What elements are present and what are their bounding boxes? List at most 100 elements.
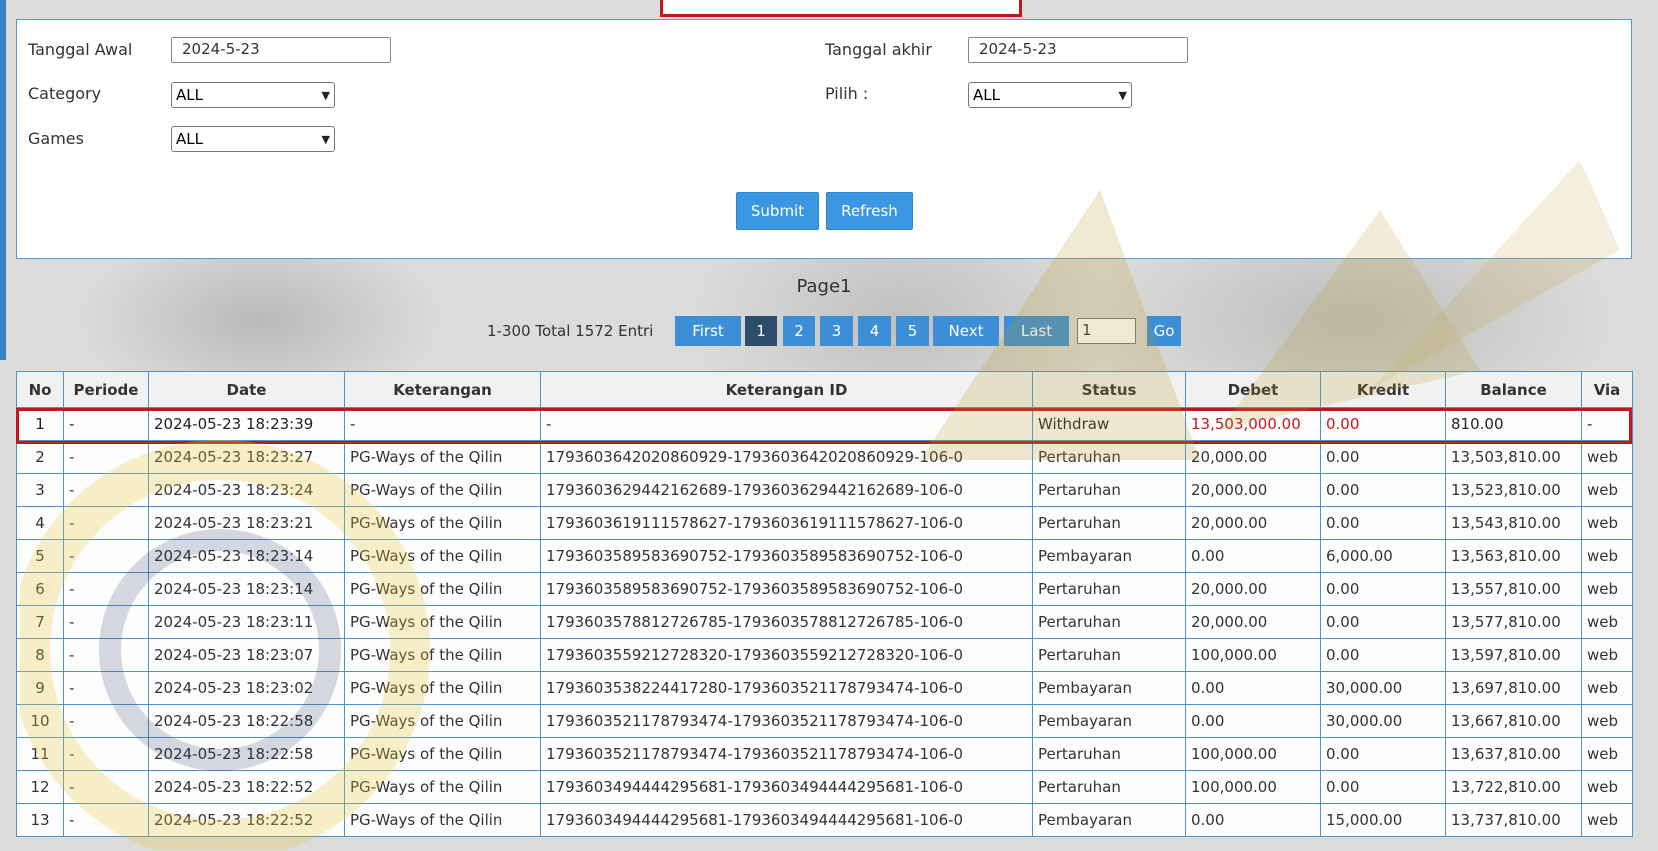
- cell-no: 6: [16, 572, 64, 606]
- cell-periode: -: [63, 407, 149, 441]
- table-row[interactable]: 4-2024-05-23 18:23:21 PG-Ways of the Qili…: [16, 506, 1633, 540]
- cell-date: 2024-05-23 18:23:21: [148, 506, 345, 540]
- pager-page-1[interactable]: 1: [745, 316, 777, 346]
- transaction-table: No Periode Date Keterangan Keterangan ID…: [16, 371, 1633, 837]
- table-row[interactable]: 12-2024-05-23 18:22:52 PG-Ways of the Qil…: [16, 770, 1633, 804]
- table-row[interactable]: 3-2024-05-23 18:23:24 PG-Ways of the Qili…: [16, 473, 1633, 507]
- table-row[interactable]: 2-2024-05-23 18:23:27 PG-Ways of the Qili…: [16, 440, 1633, 474]
- cell-keterangan-id: 1793603538224417280-1793603521178793474-…: [540, 671, 1033, 705]
- cell-date: 2024-05-23 18:23:27: [148, 440, 345, 474]
- cell-status: Pembayaran: [1032, 704, 1186, 738]
- cell-keterangan-id: 1793603619111578627-1793603619111578627-…: [540, 506, 1033, 540]
- cell-debet: 20,000.00: [1185, 605, 1321, 639]
- cell-balance: 13,557,810.00: [1445, 572, 1582, 606]
- cell-via: web: [1581, 737, 1633, 771]
- pager-page-2[interactable]: 2: [783, 316, 815, 346]
- cell-keterangan: PG-Ways of the Qilin: [344, 671, 541, 705]
- cell-no: 8: [16, 638, 64, 672]
- pager-last-button[interactable]: Last: [1004, 316, 1069, 346]
- cell-via: web: [1581, 473, 1633, 507]
- cell-status: Pertaruhan: [1032, 440, 1186, 474]
- cell-status: Pertaruhan: [1032, 572, 1186, 606]
- table-header-row: No Periode Date Keterangan Keterangan ID…: [16, 371, 1633, 408]
- cell-keterangan-id: 1793603494444295681-1793603494444295681-…: [540, 770, 1033, 804]
- col-header-kredit[interactable]: Kredit: [1320, 371, 1446, 408]
- col-header-periode[interactable]: Periode: [63, 371, 149, 408]
- col-header-keterangan[interactable]: Keterangan: [344, 371, 541, 408]
- cell-balance: 13,637,810.00: [1445, 737, 1582, 771]
- pager-next-button[interactable]: Next: [933, 316, 999, 346]
- category-label: Category: [28, 84, 102, 103]
- col-header-balance[interactable]: Balance: [1445, 371, 1582, 408]
- cell-status: Pembayaran: [1032, 803, 1186, 837]
- col-header-status[interactable]: Status: [1032, 371, 1186, 408]
- cell-balance: 810.00: [1445, 407, 1582, 441]
- cell-keterangan: PG-Ways of the Qilin: [344, 704, 541, 738]
- col-header-no[interactable]: No: [16, 371, 64, 408]
- table-row[interactable]: 10-2024-05-23 18:22:58 PG-Ways of the Qil…: [16, 704, 1633, 738]
- category-select-value: ALL: [176, 86, 203, 104]
- pager-first-button[interactable]: First: [675, 316, 741, 346]
- cell-balance: 13,563,810.00: [1445, 539, 1582, 573]
- submit-button[interactable]: Submit: [736, 192, 819, 230]
- cell-kredit: 0.00: [1320, 407, 1446, 441]
- cell-no: 9: [16, 671, 64, 705]
- cell-status: Pertaruhan: [1032, 506, 1186, 540]
- cell-keterangan: PG-Ways of the Qilin: [344, 539, 541, 573]
- col-header-keterangan-id[interactable]: Keterangan ID: [540, 371, 1033, 408]
- tanggal-awal-input[interactable]: 2024-5-23: [171, 37, 391, 63]
- cell-no: 12: [16, 770, 64, 804]
- cell-via: web: [1581, 440, 1633, 474]
- pager-page-5[interactable]: 5: [896, 316, 929, 346]
- col-header-debet[interactable]: Debet: [1185, 371, 1321, 408]
- table-row[interactable]: 8-2024-05-23 18:23:07 PG-Ways of the Qili…: [16, 638, 1633, 672]
- table-row[interactable]: 6-2024-05-23 18:23:14 PG-Ways of the Qili…: [16, 572, 1633, 606]
- cell-periode: -: [63, 671, 149, 705]
- cell-status: Pertaruhan: [1032, 770, 1186, 804]
- pager-page-3[interactable]: 3: [820, 316, 853, 346]
- table-row[interactable]: 11-2024-05-23 18:22:58 PG-Ways of the Qil…: [16, 737, 1633, 771]
- cell-keterangan: PG-Ways of the Qilin: [344, 638, 541, 672]
- col-header-via[interactable]: Via: [1581, 371, 1633, 408]
- cell-date: 2024-05-23 18:22:58: [148, 737, 345, 771]
- pager-goto-input[interactable]: 1: [1077, 318, 1136, 344]
- tanggal-akhir-input[interactable]: 2024-5-23: [968, 37, 1188, 63]
- cell-date: 2024-05-23 18:23:14: [148, 572, 345, 606]
- tanggal-awal-label: Tanggal Awal: [28, 40, 133, 59]
- table-row[interactable]: 9-2024-05-23 18:23:02 PG-Ways of the Qili…: [16, 671, 1633, 705]
- cell-date: 2024-05-23 18:23:24: [148, 473, 345, 507]
- cell-keterangan: PG-Ways of the Qilin: [344, 440, 541, 474]
- cell-date: 2024-05-23 18:23:14: [148, 539, 345, 573]
- cell-keterangan: -: [344, 407, 541, 441]
- table-row[interactable]: 5-2024-05-23 18:23:14 PG-Ways of the Qili…: [16, 539, 1633, 573]
- table-row[interactable]: 1-2024-05-23 18:23:39- - Withdraw 13,503,00…: [16, 407, 1633, 441]
- games-select[interactable]: ALL ▼: [171, 126, 335, 152]
- category-select[interactable]: ALL ▼: [171, 82, 335, 108]
- cell-balance: 13,523,810.00: [1445, 473, 1582, 507]
- cell-no: 1: [16, 407, 64, 441]
- cell-balance: 13,503,810.00: [1445, 440, 1582, 474]
- cell-debet: 0.00: [1185, 803, 1321, 837]
- cell-keterangan: PG-Ways of the Qilin: [344, 572, 541, 606]
- cell-balance: 13,667,810.00: [1445, 704, 1582, 738]
- pager-go-button[interactable]: Go: [1147, 316, 1181, 346]
- col-header-date[interactable]: Date: [148, 371, 345, 408]
- pilih-select[interactable]: ALL ▼: [968, 82, 1132, 108]
- cell-date: 2024-05-23 18:23:02: [148, 671, 345, 705]
- chevron-down-icon: ▼: [321, 132, 330, 146]
- cell-keterangan-id: 1793603589583690752-1793603589583690752-…: [540, 572, 1033, 606]
- cell-keterangan-id: 1793603642020860929-1793603642020860929-…: [540, 440, 1033, 474]
- refresh-button[interactable]: Refresh: [826, 192, 913, 230]
- cell-keterangan-id: 1793603559212728320-1793603559212728320-…: [540, 638, 1033, 672]
- cell-periode: -: [63, 473, 149, 507]
- left-edge-bar: [0, 0, 6, 360]
- cell-debet: 13,503,000.00: [1185, 407, 1321, 441]
- cell-kredit: 15,000.00: [1320, 803, 1446, 837]
- pager-page-4[interactable]: 4: [858, 316, 891, 346]
- table-row[interactable]: 7-2024-05-23 18:23:11 PG-Ways of the Qili…: [16, 605, 1633, 639]
- cell-periode: -: [63, 605, 149, 639]
- table-row[interactable]: 13-2024-05-23 18:22:52 PG-Ways of the Qil…: [16, 803, 1633, 837]
- cell-kredit: 0.00: [1320, 440, 1446, 474]
- cell-keterangan-id: 1793603629442162689-1793603629442162689-…: [540, 473, 1033, 507]
- cell-status: Pertaruhan: [1032, 638, 1186, 672]
